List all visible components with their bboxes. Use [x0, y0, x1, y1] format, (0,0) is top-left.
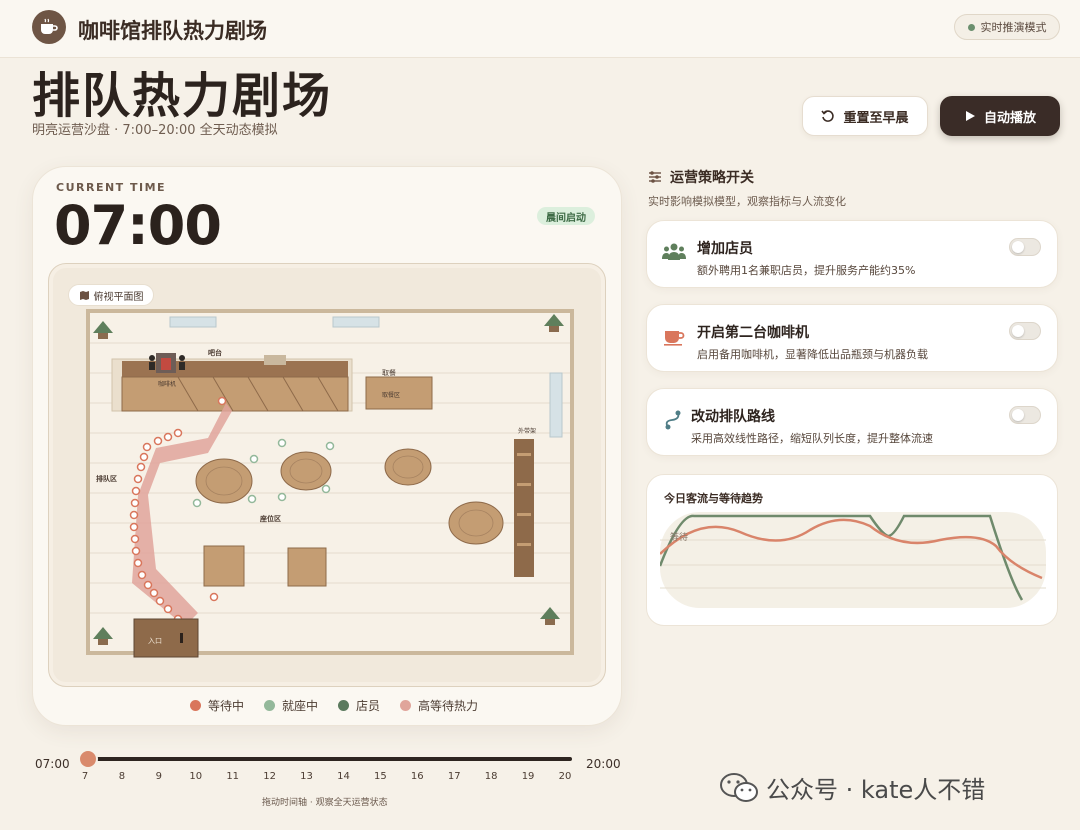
- seating-label: 座位区: [260, 514, 281, 523]
- autoplay-button[interactable]: 自动播放: [940, 96, 1060, 136]
- timeline-end: 20:00: [586, 757, 621, 771]
- floor-plan-map[interactable]: 吧台 咖啡机 取餐 取餐区 排队区 座位区 外带架 入口: [48, 263, 606, 687]
- mode-badge: 实时推演模式: [954, 14, 1060, 40]
- bar-label: 吧台: [208, 348, 222, 357]
- option-second-machine[interactable]: 开启第二台咖啡机 启用备用咖啡机，显著降低出品瓶颈与机器负载: [646, 304, 1058, 372]
- reset-icon: [821, 110, 835, 122]
- timeline-start: 07:00: [35, 757, 70, 771]
- strategy-subtitle: 实时影响模拟模型，观察指标与人流变化: [648, 195, 846, 208]
- machine-label: 咖啡机: [158, 380, 176, 388]
- option-title: 增加店员: [697, 241, 753, 257]
- page-subtitle: 明亮运营沙盘 · 7:00–20:00 全天动态模拟: [32, 123, 278, 138]
- timeline-tick: 10: [189, 771, 203, 782]
- entrance-label: 入口: [148, 637, 162, 645]
- play-icon: [965, 111, 975, 121]
- strategy-header: 运营策略开关: [648, 167, 754, 187]
- option-title: 改动排队路线: [691, 409, 775, 425]
- reset-label: 重置至早晨: [843, 110, 909, 126]
- view-mode-label: 俯视平面图: [93, 291, 144, 303]
- reset-button[interactable]: 重置至早晨: [802, 96, 928, 136]
- timeline-tick: 12: [263, 771, 276, 782]
- wechat-icon: [720, 772, 758, 802]
- timeline-tick: 9: [155, 771, 163, 782]
- staff-icon: [661, 239, 687, 265]
- pickup-area-label: 取餐区: [382, 391, 400, 399]
- autoplay-label: 自动播放: [983, 110, 1036, 126]
- timeline-tick: 20: [558, 771, 572, 782]
- app-title: 咖啡馆排队热力剧场: [78, 19, 267, 43]
- timeline-tick: 15: [374, 771, 387, 782]
- current-time: 07:00: [54, 194, 222, 257]
- view-mode-chip[interactable]: 俯视平面图: [68, 284, 154, 306]
- timeline-handle[interactable]: [80, 751, 96, 767]
- takeaway-label: 外带架: [518, 427, 536, 435]
- legend-item: 就座中: [264, 697, 318, 714]
- series-label: 等待: [670, 531, 688, 543]
- timeline-tick: 8: [118, 771, 126, 782]
- strategy-title: 运营策略开关: [670, 170, 754, 186]
- timeline-tick: 18: [484, 771, 498, 782]
- option-desc: 额外聘用1名兼职店员，提升服务产能约35%: [697, 264, 916, 277]
- timeline-tick: 11: [226, 771, 240, 782]
- timeline-tick: 14: [337, 771, 350, 782]
- timeline-tick: 19: [521, 771, 535, 782]
- coffee-cup-icon: [661, 323, 687, 349]
- timeline-track[interactable]: [96, 757, 572, 761]
- route-icon: [661, 407, 687, 433]
- timeline-tick: 17: [447, 771, 461, 782]
- legend-item: 等待中: [190, 697, 244, 714]
- queue-area-label: 排队区: [96, 474, 117, 483]
- page-title: 排队热力剧场: [32, 68, 333, 124]
- timeline-tick: 16: [410, 771, 424, 782]
- phase-badge: 晨间启动: [537, 207, 595, 225]
- legend-item: 店员: [338, 697, 380, 714]
- trend-title: 今日客流与等待趋势: [664, 492, 763, 505]
- status-dot-icon: [967, 23, 975, 31]
- option-desc: 采用高效线性路径，缩短队列长度，提升整体流速: [691, 432, 933, 445]
- toggle-switch[interactable]: [1009, 238, 1041, 256]
- timeline-tick: 13: [300, 771, 313, 782]
- toggle-switch[interactable]: [1009, 322, 1041, 340]
- option-desc: 启用备用咖啡机，显著降低出品瓶颈与机器负载: [697, 348, 928, 361]
- option-add-staff[interactable]: 增加店员 额外聘用1名兼职店员，提升服务产能约35%: [646, 220, 1058, 288]
- option-queue-route[interactable]: 改动排队路线 采用高效线性路径，缩短队列长度，提升整体流速: [646, 388, 1058, 456]
- timeline-hint: 拖动时间轴 · 观察全天运营状态: [262, 798, 388, 808]
- pickup-label: 取餐: [382, 368, 396, 377]
- timeline-tick: 7: [81, 771, 89, 782]
- sliders-icon: [649, 171, 661, 183]
- toggle-switch[interactable]: [1009, 406, 1041, 424]
- option-title: 开启第二台咖啡机: [697, 325, 809, 341]
- map-legend: 等待中 就座中 店员 高等待热力: [190, 697, 478, 714]
- watermark: 公众号 · kate人不错: [720, 770, 985, 805]
- trend-chart: 等待: [660, 512, 1046, 608]
- legend-item: 高等待热力: [400, 697, 478, 714]
- current-time-label: CURRENT TIME: [56, 181, 167, 194]
- map-icon: [79, 290, 89, 300]
- mode-label: 实时推演模式: [980, 21, 1047, 34]
- watermark-text: 公众号 · kate人不错: [766, 776, 986, 804]
- coffee-logo-icon: [32, 10, 66, 44]
